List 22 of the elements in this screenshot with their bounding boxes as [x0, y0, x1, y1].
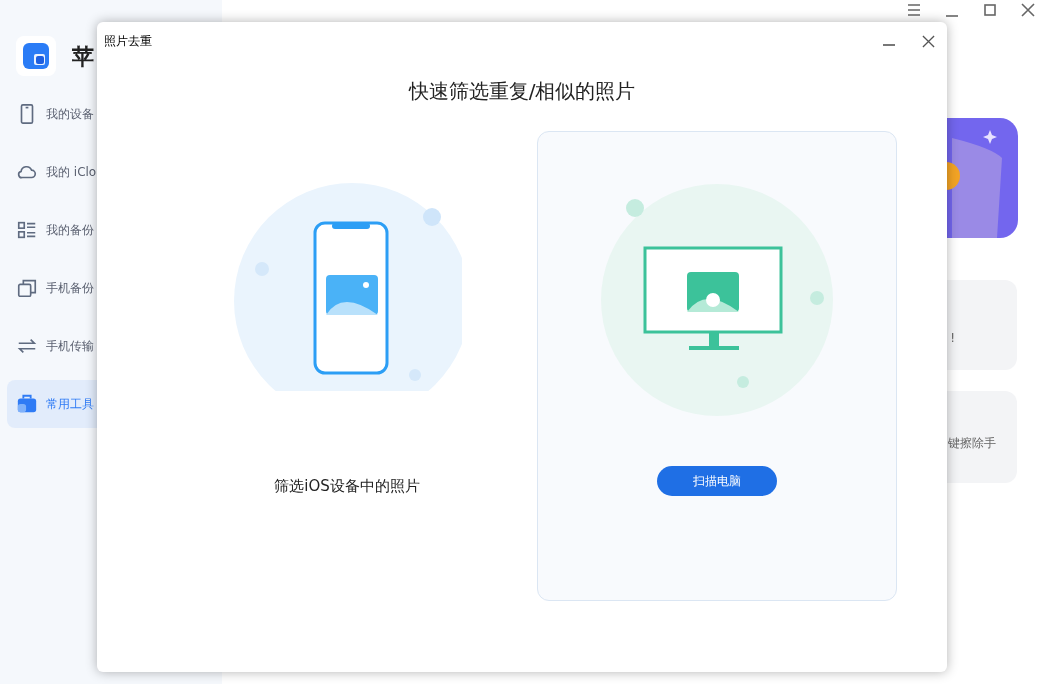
card-text: ! [950, 330, 955, 347]
option-label[interactable]: 筛选iOS设备中的照片 [274, 475, 420, 498]
sidebar-label: 常用工具 [46, 396, 94, 413]
option-card[interactable]: 扫描电脑 [537, 131, 897, 601]
list-icon [16, 219, 38, 241]
app-name: 苹 [72, 42, 94, 71]
sidebar-label: 手机备份 [46, 280, 94, 297]
dialog-title: 照片去重 [104, 33, 152, 50]
dialog-heading: 快速筛选重复/相似的照片 [407, 78, 637, 105]
sidebar-label: 我的设备 [46, 106, 94, 123]
close-icon[interactable] [1020, 2, 1036, 18]
toolbox-icon [16, 393, 38, 415]
menu-icon[interactable] [906, 2, 922, 18]
maximize-icon[interactable] [982, 2, 998, 18]
app-logo [16, 36, 56, 76]
sidebar-label: 我的备份 [46, 222, 94, 239]
close-icon[interactable] [922, 34, 935, 48]
card-text: 键擦除手 [948, 435, 996, 452]
sidebar-label: 手机传输 [46, 338, 94, 355]
copy-icon [16, 277, 38, 299]
scan-computer-button[interactable]: 扫描电脑 [657, 466, 777, 496]
sidebar-label: 我的 iClo [46, 164, 97, 181]
